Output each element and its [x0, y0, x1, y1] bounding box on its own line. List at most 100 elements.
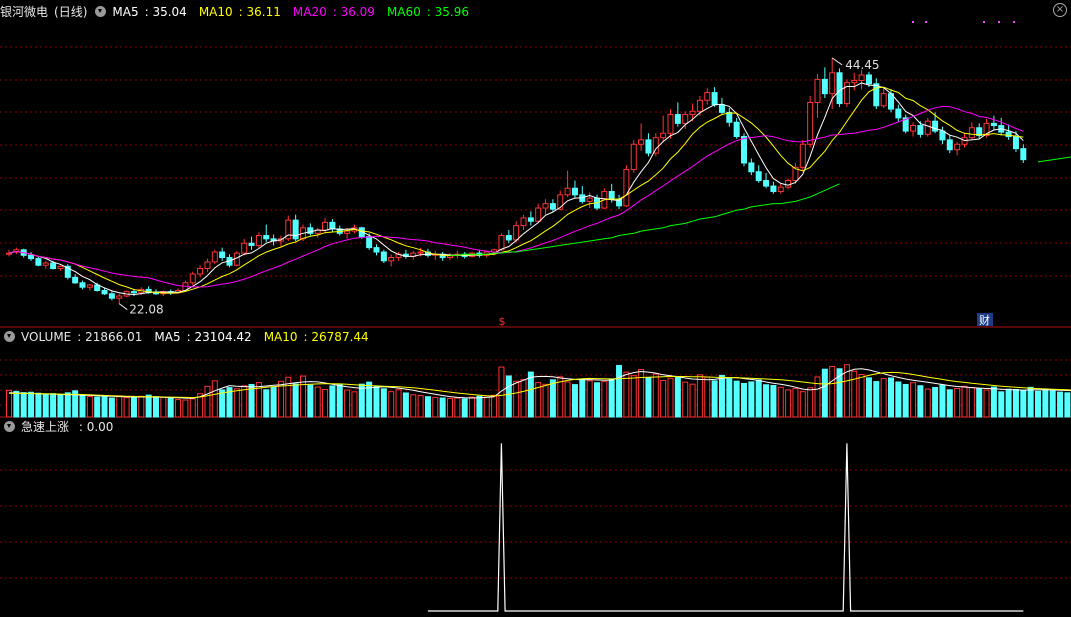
volume-bar [763, 384, 770, 418]
volume-bar [461, 398, 468, 418]
volume-bar [1005, 388, 1012, 418]
candle-body [990, 122, 997, 127]
volume-bar [594, 382, 600, 418]
volume-bar [50, 393, 57, 418]
candle-body [564, 187, 571, 196]
volume-bar [924, 388, 931, 418]
candle-body [292, 219, 299, 240]
volume-bar [358, 383, 365, 418]
candle-body [366, 236, 373, 249]
volume-bar [189, 398, 196, 418]
low-pointer [118, 303, 128, 311]
candle-body [785, 180, 792, 188]
candle-body [704, 92, 711, 101]
candle-body [219, 251, 226, 259]
volume-bar [373, 386, 380, 418]
volume-bar [1020, 390, 1027, 418]
volume-bar [86, 396, 93, 418]
ma60-line [1037, 156, 1071, 163]
volume-bar [123, 397, 130, 418]
close-icon[interactable]: × [1053, 3, 1067, 17]
moving-average-lines [8, 82, 1071, 296]
volume-ma10-legend: MA10: 26787.44 [263, 330, 369, 344]
candle-body [711, 92, 718, 106]
candle-body [520, 217, 527, 227]
volume-bar [1064, 392, 1071, 418]
volume-bar [873, 381, 880, 418]
indicator-line [427, 443, 1024, 612]
candle-body [130, 291, 137, 294]
volume-bar [895, 381, 902, 418]
candle-body [696, 99, 703, 112]
candle-body [380, 251, 387, 262]
volume-bar [277, 380, 284, 418]
volume-bar [1027, 386, 1034, 418]
volume-bar [13, 390, 20, 418]
candle-body [660, 132, 667, 139]
volume-bar [1042, 388, 1049, 418]
volume-bar [667, 377, 674, 418]
candle-body [939, 130, 946, 141]
volume-bar [586, 380, 593, 418]
volume-bar [888, 377, 894, 418]
candle-body [28, 254, 35, 260]
volume-bar [351, 391, 358, 418]
event-dot [1013, 21, 1015, 23]
candle-body [763, 180, 770, 187]
volume-bar [270, 386, 277, 418]
candle-body [682, 114, 689, 124]
candle-body [946, 139, 953, 151]
ma5-legend: MA5: 35.04 [112, 5, 187, 19]
candle-body [865, 74, 872, 85]
volume-bar [263, 389, 270, 418]
volume-bar [601, 381, 608, 418]
volume-bar [505, 375, 512, 418]
volume-menu-icon[interactable] [4, 331, 15, 342]
candle-body [329, 221, 336, 230]
volume-bar [520, 378, 527, 418]
volume-bar [799, 391, 806, 418]
candle-body [799, 143, 806, 168]
volume-ma5-legend: MA5: 23104.42 [154, 330, 252, 344]
volume-bar [447, 398, 453, 418]
volume-bar [851, 370, 858, 418]
volume-bar [638, 368, 645, 418]
candle-body [638, 139, 645, 145]
volume-bar [608, 378, 615, 418]
volume-bar [94, 396, 101, 418]
candle-body [968, 127, 975, 139]
ma10-line [8, 86, 1024, 294]
volume-bar [108, 397, 115, 418]
panel-menu-icon[interactable] [95, 6, 107, 17]
candle-body [255, 235, 262, 246]
volume-bar [689, 383, 696, 418]
candle-body [674, 114, 681, 124]
candle-body [322, 221, 329, 231]
volume-panel-header: VOLUME: 21866.01 MA5: 23104.42 MA10: 26787… [0, 329, 381, 345]
candle-body [1020, 148, 1027, 161]
candle-body [263, 235, 270, 240]
volume-bar [674, 376, 681, 418]
volume-bar [660, 379, 667, 418]
candle-body [689, 110, 696, 116]
volume-bar [64, 392, 71, 418]
volume-bar [777, 386, 784, 418]
indicator-legend: 急速上涨 : 0.00 [21, 420, 114, 434]
candle-body [932, 120, 939, 132]
candle-body [35, 258, 42, 266]
volume-bar [961, 385, 968, 418]
event-marker-s: $ [498, 315, 505, 328]
volume-bar [902, 383, 909, 418]
volume-bar [211, 380, 218, 418]
ma60-line [450, 183, 840, 256]
candle-body [777, 186, 784, 193]
volume-bar [424, 396, 431, 418]
volume-bar [579, 378, 586, 418]
volume-bar [645, 376, 652, 418]
volume-bar [329, 385, 336, 418]
candle-body [755, 171, 762, 182]
indicator-menu-icon[interactable] [4, 421, 15, 432]
ma20-line [8, 105, 1024, 288]
volume-bar [616, 364, 623, 418]
volume-bar [954, 387, 961, 418]
